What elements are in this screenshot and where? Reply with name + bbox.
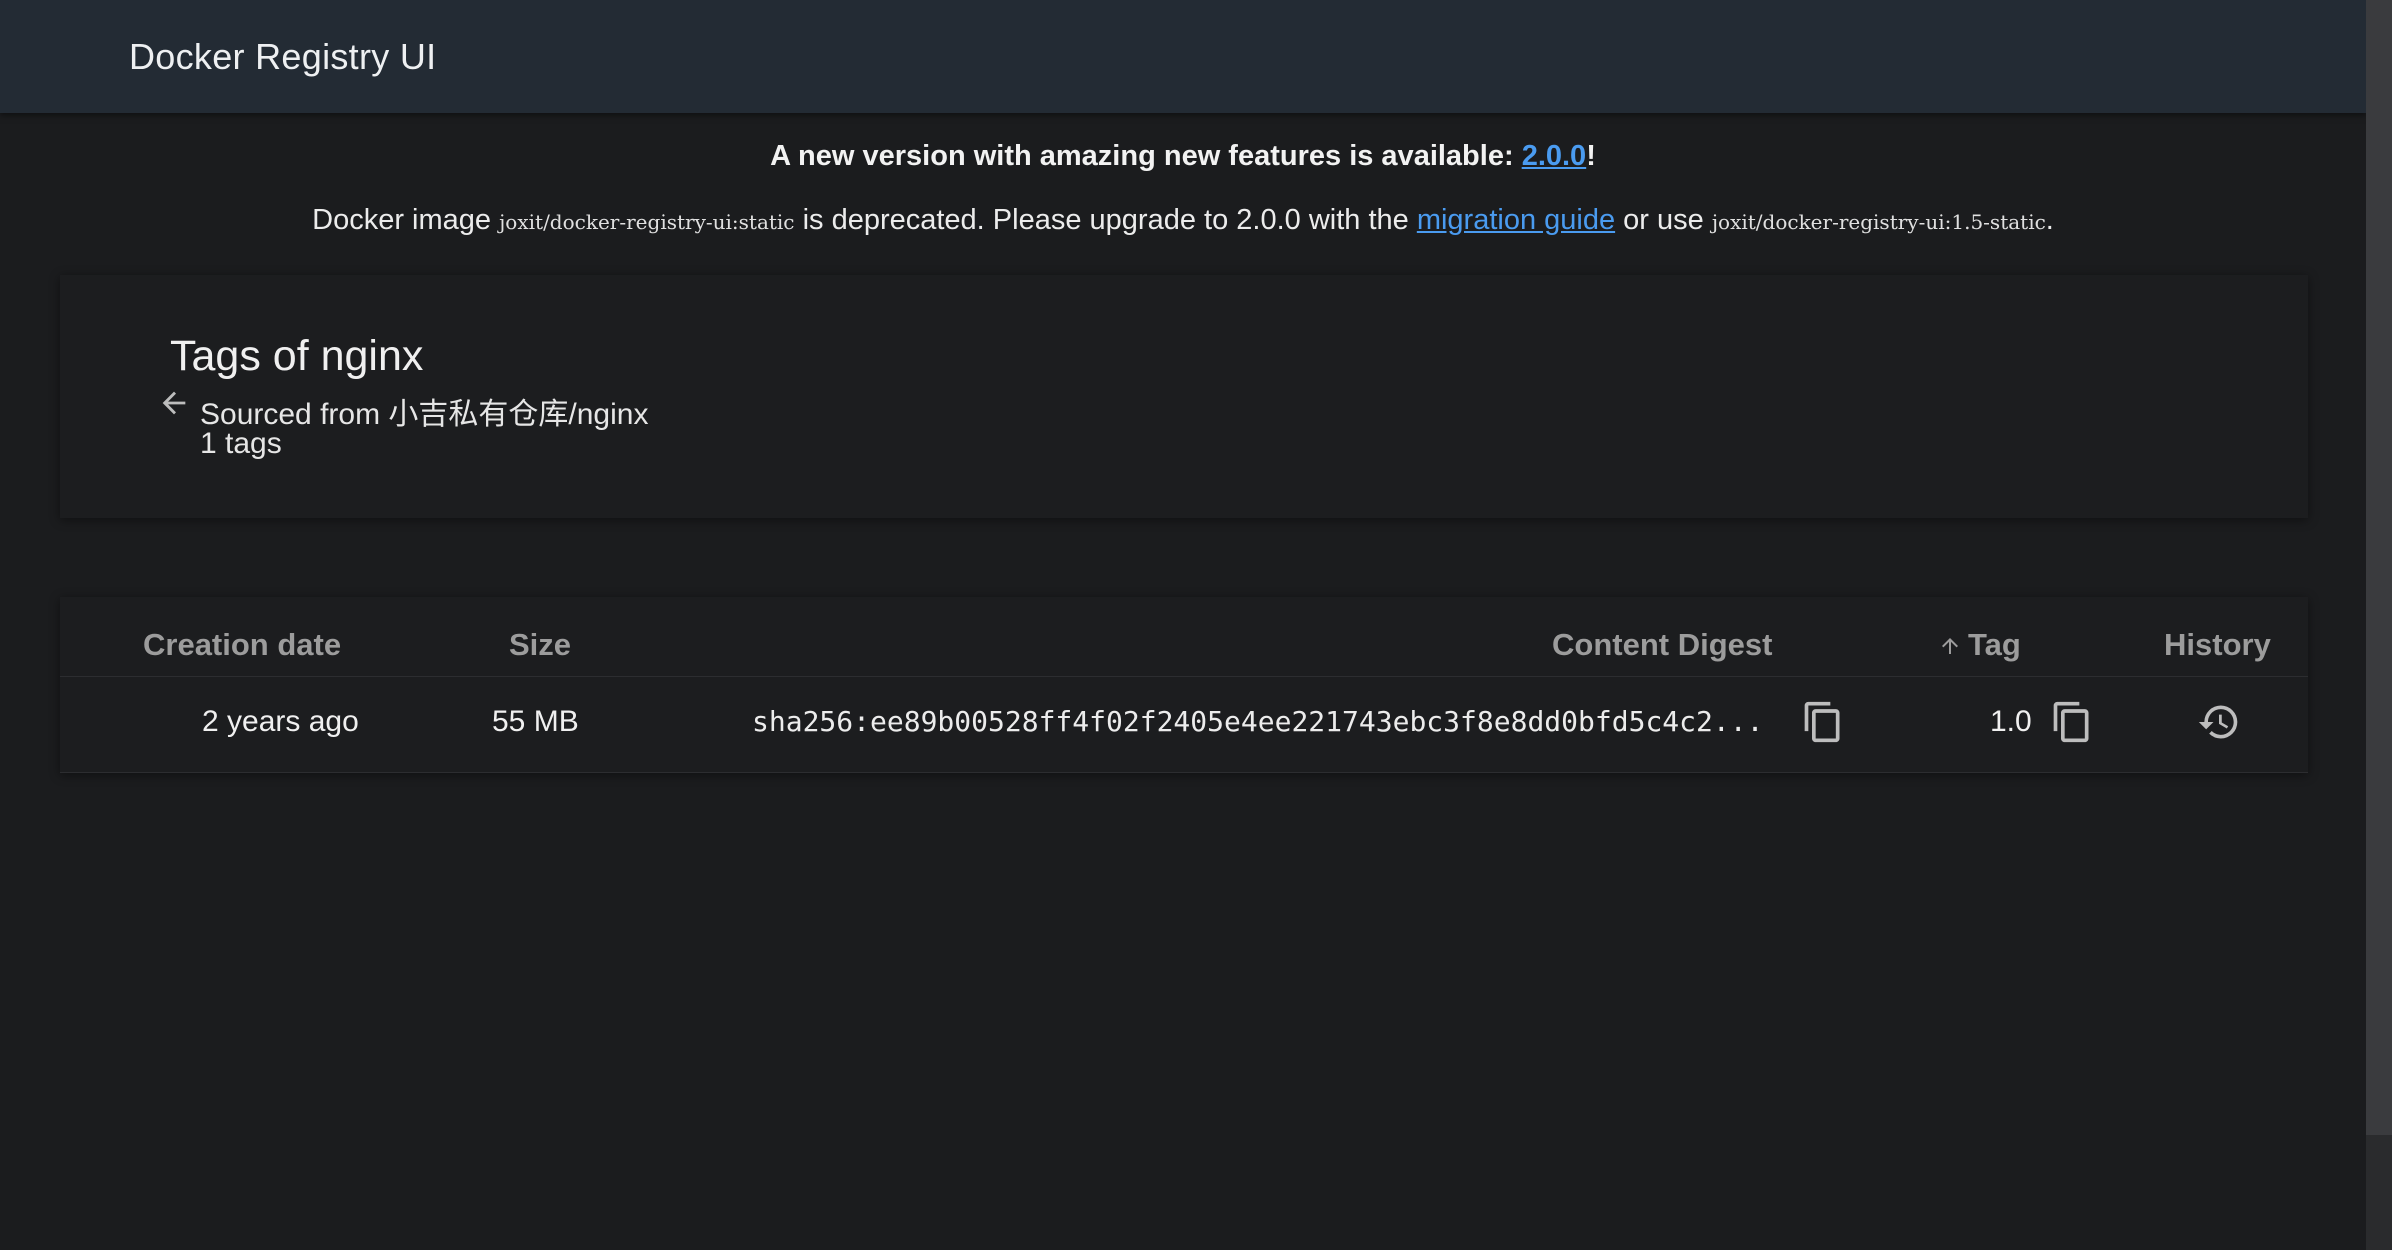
- tag-header-label: Tag: [1968, 627, 2021, 662]
- deprecation-text-start: Docker image: [312, 204, 500, 236]
- header-divider: [60, 676, 2308, 677]
- copy-digest-button[interactable]: [1798, 697, 1848, 747]
- tag-count: 1 tags: [200, 427, 282, 460]
- history-icon: [2198, 705, 2238, 739]
- history-button[interactable]: [2194, 697, 2244, 747]
- column-header-creation-date[interactable]: Creation date: [143, 617, 341, 673]
- content-copy-icon: [2053, 701, 2089, 743]
- creation-date-cell: 2 years ago: [202, 705, 359, 738]
- back-button[interactable]: [144, 373, 204, 433]
- new-version-link[interactable]: 2.0.0: [1522, 140, 1587, 172]
- app-title[interactable]: Docker Registry UI: [129, 36, 436, 78]
- content-copy-icon: [1804, 701, 1840, 743]
- tag-cell: 1.0: [1990, 705, 2032, 738]
- column-header-tag[interactable]: Tag: [1938, 617, 2021, 673]
- deprecation-text-or: or use: [1615, 204, 1712, 236]
- copy-tag-button[interactable]: [2047, 697, 2097, 747]
- size-cell: 55 MB: [492, 705, 579, 738]
- tags-table: Creation date Size Content Digest Tag Hi…: [60, 597, 2308, 773]
- digest-cell: sha256:ee89b00528ff4f02f2405e4ee221743eb…: [752, 705, 1764, 738]
- app-header: Docker Registry UI: [0, 0, 2366, 113]
- deprecation-text-middle: is deprecated. Please upgrade to 2.0.0 w…: [794, 204, 1417, 236]
- banner-exclaim: !: [1586, 140, 1596, 172]
- alternative-image-code: joxit/docker-registry-ui:1.5-static: [1711, 210, 2046, 234]
- column-header-history: History: [2164, 627, 2271, 662]
- arrow-left-icon: [162, 391, 186, 415]
- banner-text: A new version with amazing new features …: [770, 140, 1522, 172]
- column-header-content-digest[interactable]: Content Digest: [1552, 617, 1772, 673]
- row-divider: [60, 772, 2308, 773]
- page-title: Tags of nginx: [170, 332, 424, 380]
- arrow-up-icon: [1942, 638, 1958, 654]
- page: Docker Registry UI A new version with am…: [0, 0, 2392, 1250]
- new-version-banner: A new version with amazing new features …: [0, 140, 2366, 173]
- repository-info-card: Tags of nginx Sourced from 小吉私有仓库/nginx …: [60, 275, 2308, 518]
- scrollbar-thumb[interactable]: [2366, 0, 2392, 1135]
- scrollbar-track[interactable]: [2366, 0, 2392, 1250]
- deprecated-image-code: joxit/docker-registry-ui:static: [499, 210, 795, 234]
- deprecation-notice: Docker image joxit/docker-registry-ui:st…: [0, 204, 2366, 237]
- deprecation-text-end: .: [2045, 204, 2054, 236]
- column-header-size[interactable]: Size: [509, 617, 571, 673]
- migration-guide-link[interactable]: migration guide: [1417, 204, 1615, 236]
